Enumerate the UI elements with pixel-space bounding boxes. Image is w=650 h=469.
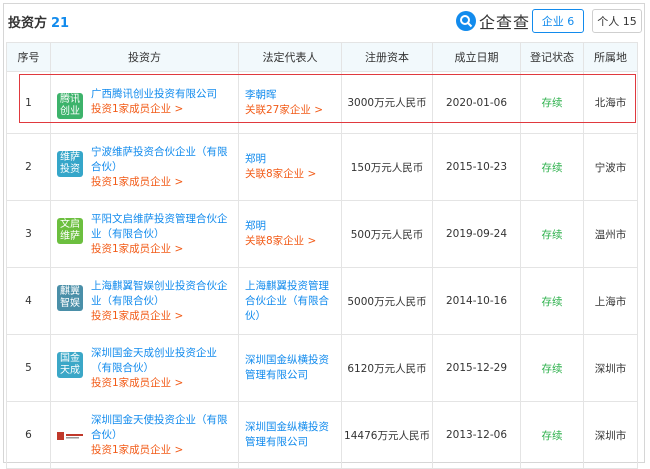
company-logo-icon: 维萨投资 bbox=[57, 150, 83, 177]
investor-name-link[interactable]: 上海麒翼智娱创业投资合伙企业（有限合伙） bbox=[91, 279, 234, 309]
founded-date: 2020-01-06 bbox=[432, 71, 521, 134]
table-row: 1 腾讯创业 广西腾讯创业投资有限公司 投资1家成员企业 > 李朝晖 关联27家… bbox=[6, 71, 638, 134]
legal-rep-link[interactable]: 郑明 bbox=[245, 219, 335, 234]
col-header-investor: 投资方 bbox=[50, 42, 239, 72]
brand-name: 企查查 bbox=[479, 13, 531, 32]
investor-cell: 文启维萨 平阳文启维萨投资管理合伙企业（有限合伙） 投资1家成员企业 > bbox=[50, 200, 239, 268]
legal-rep-cell: 李朝晖 关联27家企业 > bbox=[238, 71, 342, 134]
legal-rep-cell: 郑明 关联8家企业 > bbox=[238, 133, 342, 201]
section-title: 投资方 21 bbox=[8, 16, 70, 31]
investor-cell: 深圳国金天使投资企业（有限合伙） 投资1家成员企业 > bbox=[50, 401, 239, 469]
registered-capital: 14476万元人民币 bbox=[341, 401, 433, 469]
legal-rep-link[interactable]: 深圳国金纵横投资管理有限公司 bbox=[245, 420, 335, 450]
company-logo-icon: 麒翼智娱 bbox=[57, 284, 83, 311]
founded-date: 2014-10-16 bbox=[432, 267, 521, 335]
table-row: 4 麒翼智娱 上海麒翼智娱创业投资合伙企业（有限合伙） 投资1家成员企业 > 上… bbox=[6, 267, 638, 335]
col-header-location: 所属地 bbox=[583, 42, 638, 72]
row-index: 5 bbox=[6, 334, 51, 402]
location: 温州市 bbox=[583, 200, 638, 268]
guojin-logo-icon bbox=[57, 423, 83, 449]
location: 深圳市 bbox=[583, 334, 638, 402]
registered-capital: 500万元人民币 bbox=[341, 200, 433, 268]
status-badge: 存续 bbox=[520, 267, 584, 335]
status-badge: 存续 bbox=[520, 133, 584, 201]
member-investment-link[interactable]: 投资1家成员企业 > bbox=[91, 175, 234, 190]
member-investment-link[interactable]: 投资1家成员企业 > bbox=[91, 242, 234, 257]
tab-company[interactable]: 企业 6 bbox=[532, 9, 584, 33]
status-badge: 存续 bbox=[520, 71, 584, 134]
member-investment-link[interactable]: 投资1家成员企业 > bbox=[91, 102, 234, 117]
investor-cell: 国金天成 深圳国金天成创业投资企业（有限合伙） 投资1家成员企业 > bbox=[50, 334, 239, 402]
founded-date: 2013-12-06 bbox=[432, 401, 521, 469]
qcc-logo-icon bbox=[456, 11, 476, 31]
registered-capital: 5000万元人民币 bbox=[341, 267, 433, 335]
table-row: 5 国金天成 深圳国金天成创业投资企业（有限合伙） 投资1家成员企业 > 深圳国… bbox=[6, 334, 638, 402]
row-index: 4 bbox=[6, 267, 51, 335]
company-logo-icon: 腾讯创业 bbox=[57, 92, 83, 119]
legal-rep-cell: 深圳国金纵横投资管理有限公司 bbox=[238, 334, 342, 402]
investor-cell: 维萨投资 宁波维萨投资合伙企业（有限合伙） 投资1家成员企业 > bbox=[50, 133, 239, 201]
investor-count: 21 bbox=[51, 16, 70, 31]
legal-rep-cell: 深圳国金纵横投资管理有限公司 bbox=[238, 401, 342, 469]
location: 上海市 bbox=[583, 267, 638, 335]
col-header-founded: 成立日期 bbox=[432, 42, 521, 72]
row-index: 2 bbox=[6, 133, 51, 201]
member-investment-link[interactable]: 投资1家成员企业 > bbox=[91, 376, 234, 391]
company-logo-icon: 国金天成 bbox=[57, 351, 83, 378]
legal-rep-link[interactable]: 上海麒翼投资管理合伙企业（有限合伙） bbox=[245, 279, 335, 324]
member-investment-link[interactable]: 投资1家成员企业 > bbox=[91, 309, 234, 324]
row-index: 6 bbox=[6, 401, 51, 469]
investor-name-link[interactable]: 平阳文启维萨投资管理合伙企业（有限合伙） bbox=[91, 212, 234, 242]
table-row: 6 深圳国金天使投资企业（有限合伙） 投资1家成员企业 > 深圳国金纵横投资管理… bbox=[6, 401, 638, 469]
brand: 企查查 bbox=[456, 9, 530, 33]
panel-header: 投资方 21 企查查 企业 6 个人 15 bbox=[6, 8, 642, 34]
col-header-legal-rep: 法定代表人 bbox=[238, 42, 342, 72]
investor-name-link[interactable]: 深圳国金天成创业投资企业（有限合伙） bbox=[91, 346, 234, 376]
investor-name-link[interactable]: 宁波维萨投资合伙企业（有限合伙） bbox=[91, 145, 234, 175]
col-header-index: 序号 bbox=[6, 42, 51, 72]
legal-rep-link[interactable]: 李朝晖 bbox=[245, 88, 335, 103]
founded-date: 2015-10-23 bbox=[432, 133, 521, 201]
founded-date: 2015-12-29 bbox=[432, 334, 521, 402]
founded-date: 2019-09-24 bbox=[432, 200, 521, 268]
company-logo-icon: 文启维萨 bbox=[57, 217, 83, 244]
status-badge: 存续 bbox=[520, 200, 584, 268]
table-row: 3 文启维萨 平阳文启维萨投资管理合伙企业（有限合伙） 投资1家成员企业 > 郑… bbox=[6, 200, 638, 268]
table-header-row: 序号 投资方 法定代表人 注册资本 成立日期 登记状态 所属地 bbox=[6, 42, 638, 72]
location: 深圳市 bbox=[583, 401, 638, 469]
member-investment-link[interactable]: 投资1家成员企业 > bbox=[91, 443, 234, 458]
investor-name-link[interactable]: 深圳国金天使投资企业（有限合伙） bbox=[91, 413, 234, 443]
investor-name-link[interactable]: 广西腾讯创业投资有限公司 bbox=[91, 87, 234, 102]
investor-table: 序号 投资方 法定代表人 注册资本 成立日期 登记状态 所属地 1 腾讯创业 广… bbox=[6, 42, 638, 469]
location: 北海市 bbox=[583, 71, 638, 134]
tab-person[interactable]: 个人 15 bbox=[592, 9, 642, 33]
status-badge: 存续 bbox=[520, 334, 584, 402]
investor-cell: 麒翼智娱 上海麒翼智娱创业投资合伙企业（有限合伙） 投资1家成员企业 > bbox=[50, 267, 239, 335]
related-companies-link[interactable]: 关联27家企业 > bbox=[245, 103, 335, 118]
legal-rep-cell: 上海麒翼投资管理合伙企业（有限合伙） bbox=[238, 267, 342, 335]
registered-capital: 3000万元人民币 bbox=[341, 71, 433, 134]
registered-capital: 150万元人民币 bbox=[341, 133, 433, 201]
row-index: 3 bbox=[6, 200, 51, 268]
table-row: 2 维萨投资 宁波维萨投资合伙企业（有限合伙） 投资1家成员企业 > 郑明 关联… bbox=[6, 133, 638, 201]
col-header-status: 登记状态 bbox=[520, 42, 584, 72]
row-index: 1 bbox=[6, 71, 51, 134]
col-header-capital: 注册资本 bbox=[341, 42, 433, 72]
status-badge: 存续 bbox=[520, 401, 584, 469]
legal-rep-link[interactable]: 郑明 bbox=[245, 152, 335, 167]
location: 宁波市 bbox=[583, 133, 638, 201]
investor-cell: 腾讯创业 广西腾讯创业投资有限公司 投资1家成员企业 > bbox=[50, 71, 239, 134]
related-companies-link[interactable]: 关联8家企业 > bbox=[245, 234, 335, 249]
registered-capital: 6120万元人民币 bbox=[341, 334, 433, 402]
legal-rep-cell: 郑明 关联8家企业 > bbox=[238, 200, 342, 268]
legal-rep-link[interactable]: 深圳国金纵横投资管理有限公司 bbox=[245, 353, 335, 383]
related-companies-link[interactable]: 关联8家企业 > bbox=[245, 167, 335, 182]
